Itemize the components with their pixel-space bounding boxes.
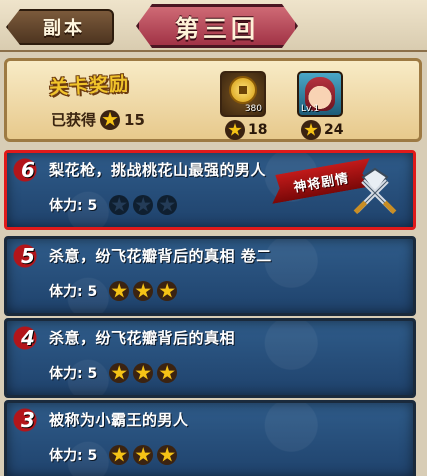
- crossed-swords-icon: [353, 167, 397, 215]
- hero-star-count: 24: [324, 122, 344, 138]
- coin-star-count: 18: [248, 122, 268, 138]
- stage-stamina: 体力: 5: [49, 445, 178, 465]
- stage-number: 5: [13, 243, 43, 269]
- stamina-label: 体力: 5: [49, 198, 98, 214]
- stage-stars: [109, 363, 178, 383]
- coin-icon: [229, 76, 257, 104]
- stage-item-4[interactable]: 4 杀意，纷飞花瓣背后的真相 体力: 5: [4, 318, 416, 398]
- star-icon: [301, 120, 321, 140]
- back-button-label: 副本: [43, 18, 85, 39]
- reward-obtained: 已获得 15: [51, 109, 145, 130]
- star-empty-icon: [133, 195, 154, 215]
- star-icon: [133, 281, 154, 301]
- stage-name: 被称为小霸王的男人: [49, 411, 189, 429]
- stage-stamina: 体力: 5: [49, 195, 178, 215]
- stage-number: 4: [13, 325, 43, 351]
- stage-item-6[interactable]: 6 梨花枪，挑战桃花山最强的男人 体力: 5 神将剧情: [4, 150, 416, 230]
- star-icon: [133, 445, 154, 465]
- reward-hero-box[interactable]: Lv.1: [297, 71, 343, 117]
- obtained-label: 已获得: [51, 111, 97, 129]
- coin-count: 380: [244, 104, 262, 114]
- stamina-label: 体力: 5: [49, 448, 98, 464]
- star-icon: [157, 445, 178, 465]
- stamina-label: 体力: 5: [49, 366, 98, 382]
- star-icon: [100, 109, 121, 130]
- badge-label: 神将剧情: [292, 170, 351, 196]
- stage-stars: [109, 445, 178, 465]
- stage-name: 杀意，纷飞花瓣背后的真相 卷二: [49, 247, 272, 265]
- stage-stamina: 体力: 5: [49, 281, 178, 301]
- stage-stamina: 体力: 5: [49, 363, 178, 383]
- stage-name: 杀意，纷飞花瓣背后的真相: [49, 329, 236, 347]
- stage-item-5[interactable]: 5 杀意，纷飞花瓣背后的真相 卷二 体力: 5: [4, 236, 416, 316]
- hero-star-requirement: 24: [301, 120, 343, 140]
- chapter-title: 第三回: [175, 14, 259, 43]
- star-empty-icon: [109, 195, 130, 215]
- star-icon: [109, 281, 130, 301]
- star-icon: [157, 363, 178, 383]
- coin-star-requirement: 18: [225, 120, 267, 140]
- stage-stars: [109, 195, 178, 215]
- stage-reward-panel: 关卡奖励 已获得 15 380 18 Lv.1 24: [4, 58, 422, 142]
- star-empty-icon: [157, 195, 178, 215]
- star-icon: [225, 120, 245, 140]
- top-bar: 副本 第三回: [0, 0, 427, 52]
- back-button[interactable]: 副本: [6, 9, 114, 45]
- hero-level: Lv.1: [301, 104, 320, 114]
- star-icon: [157, 281, 178, 301]
- star-icon: [109, 363, 130, 383]
- stage-stars: [109, 281, 178, 301]
- reward-coin-box[interactable]: 380: [220, 71, 266, 117]
- stamina-label: 体力: 5: [49, 284, 98, 300]
- stage-item-3[interactable]: 3 被称为小霸王的男人 体力: 5: [4, 400, 416, 476]
- star-icon: [133, 363, 154, 383]
- stage-number: 6: [13, 157, 43, 183]
- star-icon: [109, 445, 130, 465]
- obtained-stars: 15: [124, 110, 145, 129]
- reward-title: 关卡奖励: [48, 72, 130, 100]
- stage-number: 3: [13, 407, 43, 433]
- stage-name: 梨花枪，挑战桃花山最强的男人: [49, 161, 267, 179]
- chapter-title-plate: 第三回: [136, 4, 298, 48]
